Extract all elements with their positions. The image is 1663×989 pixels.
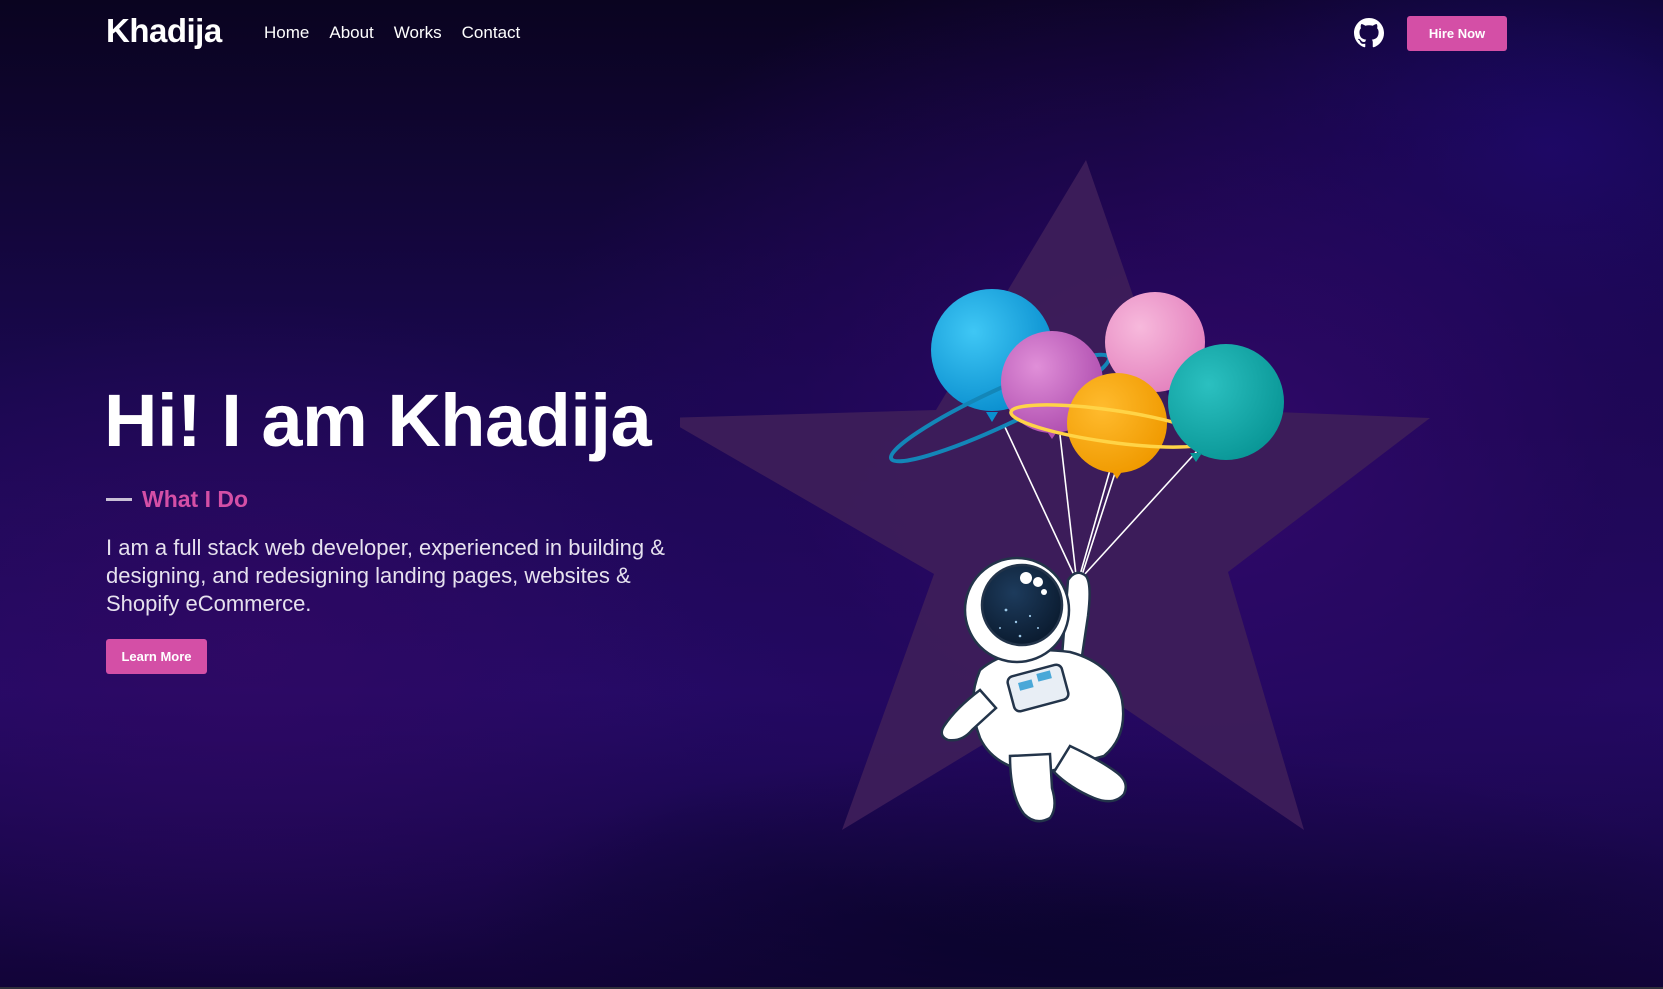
site-header: Khadija Home About Works Contact Hire No… — [0, 0, 1663, 70]
hero-description: I am a full stack web developer, experie… — [106, 535, 665, 616]
nav-home[interactable]: Home — [264, 23, 309, 43]
nav-works[interactable]: Works — [394, 23, 442, 43]
dash-divider — [106, 498, 132, 501]
github-icon[interactable] — [1354, 18, 1384, 48]
site-logo[interactable]: Khadija — [106, 12, 222, 50]
nav-about[interactable]: About — [329, 23, 373, 43]
nav-contact[interactable]: Contact — [462, 23, 521, 43]
hero-title: Hi! I am Khadija — [104, 379, 652, 462]
what-i-do-label: What I Do — [142, 486, 249, 512]
hire-now-button[interactable]: Hire Now — [1407, 16, 1507, 51]
learn-more-button[interactable]: Learn More — [106, 639, 207, 674]
astronaut-illustration — [680, 160, 1430, 830]
main-nav: Home About Works Contact — [264, 23, 520, 43]
what-i-do-row: What I Do — [106, 486, 248, 513]
